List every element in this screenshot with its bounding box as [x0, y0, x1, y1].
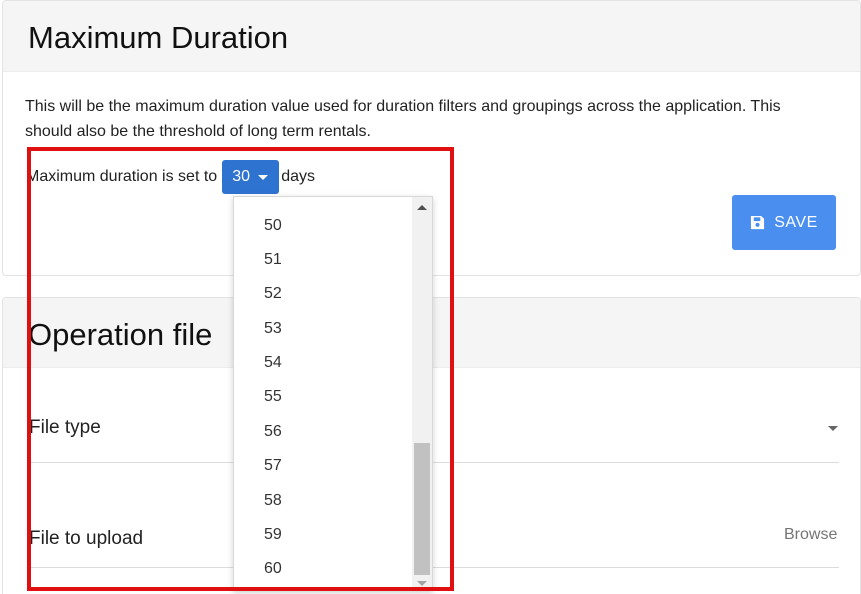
dropdown-option[interactable]: 59	[264, 527, 282, 543]
caret-down-icon	[257, 174, 268, 180]
file-upload-input[interactable]	[29, 567, 839, 568]
dropdown-option[interactable]: 54	[264, 355, 282, 371]
dropdown-option[interactable]: 60	[264, 561, 282, 577]
duration-dropdown-list[interactable]: 50 51 52 53 54 55 56 57 58 59 60	[233, 196, 433, 591]
duration-setting-row: Maximum duration is set to 30 days	[26, 160, 315, 194]
duration-select[interactable]: 30	[222, 160, 280, 194]
dropdown-option[interactable]: 53	[264, 321, 282, 337]
dropdown-option[interactable]: 50	[264, 218, 282, 234]
scroll-up-arrow-icon[interactable]	[417, 205, 427, 210]
save-button[interactable]: SAVE	[732, 195, 836, 250]
scroll-down-arrow-icon[interactable]	[417, 581, 427, 586]
dropdown-scrollbar[interactable]	[412, 197, 432, 590]
dropdown-option[interactable]: 51	[264, 252, 282, 268]
file-type-label: File type	[29, 417, 101, 438]
duration-selected-value: 30	[232, 168, 250, 185]
dropdown-option[interactable]: 56	[264, 424, 282, 440]
save-button-label: SAVE	[774, 213, 818, 231]
duration-suffix-label: days	[281, 168, 315, 185]
operation-file-title: Operation file	[28, 317, 213, 352]
dropdown-option[interactable]: 58	[264, 493, 282, 509]
duration-prefix-label: Maximum duration is set to	[26, 168, 218, 185]
max-duration-title: Maximum Duration	[28, 20, 289, 55]
dropdown-option[interactable]: 55	[264, 389, 282, 405]
browse-button[interactable]: Browse	[784, 526, 837, 544]
dropdown-option[interactable]: 52	[264, 286, 282, 302]
file-upload-label: File to upload	[29, 528, 144, 549]
caret-down-icon[interactable]	[828, 426, 838, 431]
file-type-select[interactable]	[29, 462, 839, 463]
max-duration-description: This will be the maximum duration value …	[25, 98, 781, 140]
max-duration-header: Maximum Duration	[3, 1, 860, 72]
dropdown-option[interactable]: 57	[264, 458, 282, 474]
scrollbar-thumb[interactable]	[414, 443, 430, 575]
floppy-disk-icon	[751, 215, 765, 230]
